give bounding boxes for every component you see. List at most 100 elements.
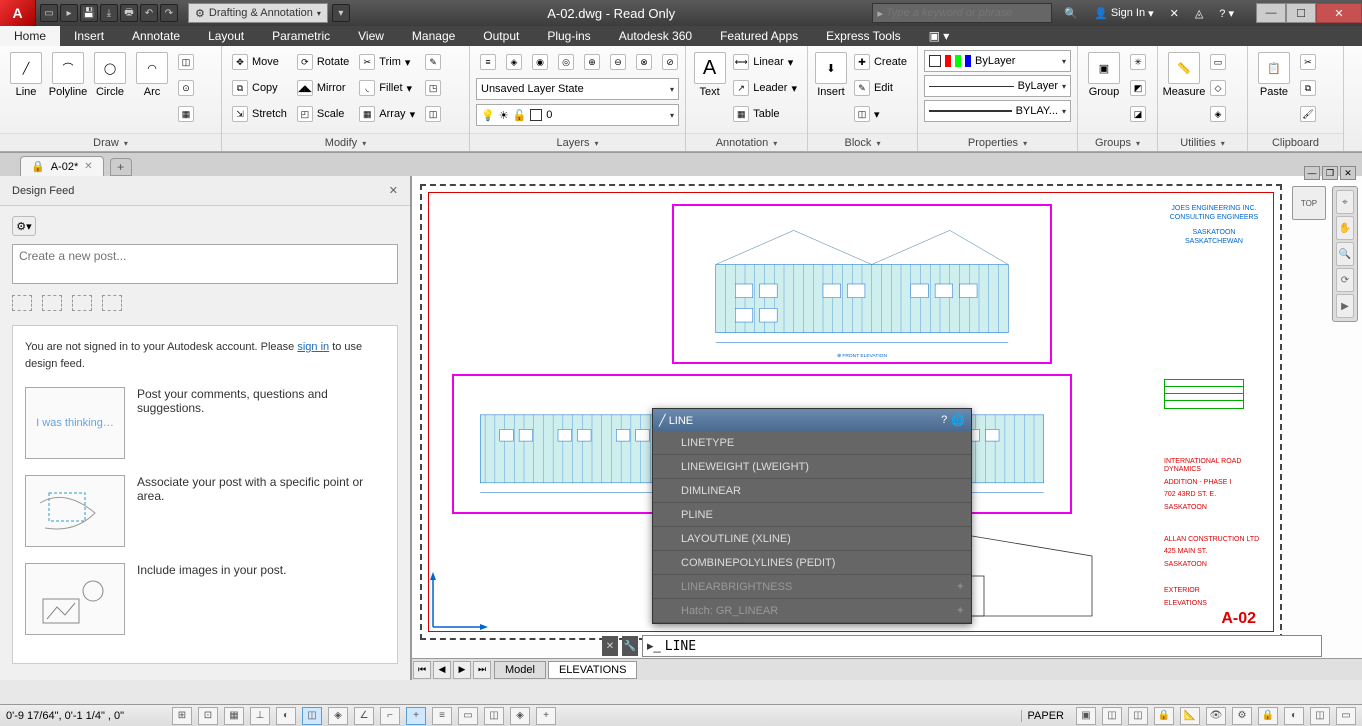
- util-extra1[interactable]: ▭: [1206, 50, 1230, 74]
- view-cube[interactable]: TOP: [1292, 186, 1326, 220]
- ac-item[interactable]: LINETYPE: [653, 431, 971, 455]
- new-post-input[interactable]: [12, 244, 398, 284]
- ac-item[interactable]: COMBINEPOLYLINES (PEDIT): [653, 551, 971, 575]
- help-search[interactable]: ▸: [872, 3, 1052, 23]
- post-person-icon[interactable]: [72, 295, 92, 311]
- status-iso[interactable]: ◫: [1310, 707, 1330, 725]
- move-button[interactable]: ✥Move: [228, 50, 291, 74]
- array-button[interactable]: ▦Array ▾: [355, 102, 419, 126]
- post-tag-area-icon[interactable]: [12, 295, 32, 311]
- new-file-tab-button[interactable]: +: [110, 158, 132, 176]
- tab-manage[interactable]: Manage: [398, 26, 469, 46]
- tab-home[interactable]: Home: [0, 26, 60, 46]
- status-qvd[interactable]: ◫: [1128, 707, 1148, 725]
- status-ducs[interactable]: ⌐: [380, 707, 400, 725]
- match-button[interactable]: 🖌: [1296, 102, 1320, 126]
- nav-fullnav-icon[interactable]: ⌖: [1336, 190, 1354, 214]
- ac-item[interactable]: PLINE: [653, 503, 971, 527]
- tab-layout[interactable]: Layout: [194, 26, 258, 46]
- layout-first-icon[interactable]: ⏮: [413, 661, 431, 679]
- status-dyn[interactable]: +: [406, 707, 426, 725]
- status-snap[interactable]: ⊡: [198, 707, 218, 725]
- copy-clip-button[interactable]: ⧉: [1296, 76, 1320, 100]
- status-annoscale[interactable]: 📐: [1180, 707, 1200, 725]
- layer-state-combo[interactable]: Unsaved Layer State: [476, 78, 679, 100]
- linetype-combo[interactable]: ByLayer: [924, 75, 1071, 97]
- post-image-icon[interactable]: [102, 295, 122, 311]
- status-sc[interactable]: ◈: [510, 707, 530, 725]
- post-pin-icon[interactable]: [42, 295, 62, 311]
- table-button[interactable]: ▦Table: [729, 102, 801, 126]
- layout-last-icon[interactable]: ⏭: [473, 661, 491, 679]
- tab-featured-apps[interactable]: Featured Apps: [706, 26, 812, 46]
- command-input[interactable]: [665, 639, 1317, 654]
- layout-prev-icon[interactable]: ◀: [433, 661, 451, 679]
- modify-extra2[interactable]: ◳: [421, 76, 445, 100]
- util-extra2[interactable]: ◇: [1206, 76, 1230, 100]
- status-infer[interactable]: ⊞: [172, 707, 192, 725]
- status-lock[interactable]: 🔒: [1258, 707, 1278, 725]
- mirror-button[interactable]: ◢◣Mirror: [293, 76, 353, 100]
- layer-extra6[interactable]: ⊗: [632, 50, 656, 74]
- tab-annotate[interactable]: Annotate: [118, 26, 194, 46]
- status-qp[interactable]: ◫: [484, 707, 504, 725]
- doc-minimize[interactable]: —: [1304, 166, 1320, 180]
- nav-zoom-icon[interactable]: 🔍: [1336, 242, 1354, 266]
- circle-button[interactable]: ◯Circle: [90, 50, 130, 98]
- sign-in-button[interactable]: 👤Sign In ▾: [1088, 5, 1159, 22]
- layer-extra2[interactable]: ◉: [528, 50, 552, 74]
- status-space[interactable]: PAPER: [1021, 710, 1070, 722]
- tab-overflow-icon[interactable]: ▣ ▾: [915, 26, 964, 46]
- minimize-button[interactable]: —: [1256, 3, 1286, 23]
- tab-express-tools[interactable]: Express Tools: [812, 26, 914, 46]
- doc-restore[interactable]: ❐: [1322, 166, 1338, 180]
- nav-showmotion-icon[interactable]: ▶: [1336, 294, 1354, 318]
- status-lwt[interactable]: ≡: [432, 707, 452, 725]
- linear-dim-button[interactable]: ⟷Linear ▾: [729, 50, 801, 74]
- trim-button[interactable]: ✂Trim ▾: [355, 50, 419, 74]
- status-otrack[interactable]: ∠: [354, 707, 374, 725]
- layer-extra3[interactable]: ◎: [554, 50, 578, 74]
- layout-next-icon[interactable]: ▶: [453, 661, 471, 679]
- lineweight-combo[interactable]: BYLAY...: [924, 100, 1071, 122]
- status-am[interactable]: +: [536, 707, 556, 725]
- design-feed-settings-button[interactable]: ⚙▾: [12, 216, 36, 236]
- autodesk360-icon[interactable]: ◬: [1189, 5, 1209, 22]
- modify-extra1[interactable]: ✎: [421, 50, 445, 74]
- layer-extra1[interactable]: ◈: [502, 50, 526, 74]
- ac-item[interactable]: LINEWEIGHT (LWEIGHT): [653, 455, 971, 479]
- status-polar[interactable]: ◐: [276, 707, 296, 725]
- ac-item[interactable]: LAYOUTLINE (XLINE): [653, 527, 971, 551]
- nav-orbit-icon[interactable]: ⟳: [1336, 268, 1354, 292]
- status-annoscale-icon[interactable]: 🔒: [1154, 707, 1174, 725]
- block-extra[interactable]: ◫ ▾: [850, 102, 911, 126]
- fillet-button[interactable]: ◟Fillet ▾: [355, 76, 419, 100]
- draw-extra1[interactable]: ◫: [174, 50, 198, 74]
- polyline-button[interactable]: ⌒Polyline: [48, 50, 88, 98]
- status-qv[interactable]: ◫: [1102, 707, 1122, 725]
- group-button[interactable]: ▣Group: [1084, 50, 1124, 98]
- paste-button[interactable]: 📋Paste: [1254, 50, 1294, 98]
- qat-new-icon[interactable]: ▭: [40, 4, 58, 22]
- rotate-button[interactable]: ⟳Rotate: [293, 50, 353, 74]
- qat-undo-icon[interactable]: ↶: [140, 4, 158, 22]
- status-grid[interactable]: ▦: [224, 707, 244, 725]
- layout-tab-elevations[interactable]: ELEVATIONS: [548, 661, 637, 679]
- qat-save-icon[interactable]: 💾: [80, 4, 98, 22]
- layout-tab-model[interactable]: Model: [494, 661, 546, 679]
- infocenter-search-icon[interactable]: 🔍: [1058, 5, 1084, 22]
- exchange-icon[interactable]: ✕: [1164, 5, 1185, 22]
- viewport-front-elevation[interactable]: ⊕ FRONT ELEVATION: [672, 204, 1052, 364]
- ac-item[interactable]: DIMLINEAR: [653, 479, 971, 503]
- layerprop-button[interactable]: ≡: [476, 50, 500, 74]
- ac-help-icon[interactable]: ?: [941, 414, 947, 427]
- qat-dropdown-icon[interactable]: ▾: [332, 4, 350, 22]
- status-hw[interactable]: ◐: [1284, 707, 1304, 725]
- group-extra2[interactable]: ◩: [1126, 76, 1150, 100]
- status-tpy[interactable]: ▭: [458, 707, 478, 725]
- status-maxvp[interactable]: ▣: [1076, 707, 1096, 725]
- modify-extra3[interactable]: ◫: [421, 102, 445, 126]
- ac-globe-icon[interactable]: 🌐: [951, 414, 965, 427]
- line-button[interactable]: ╱Line: [6, 50, 46, 98]
- color-combo[interactable]: ByLayer: [924, 50, 1071, 72]
